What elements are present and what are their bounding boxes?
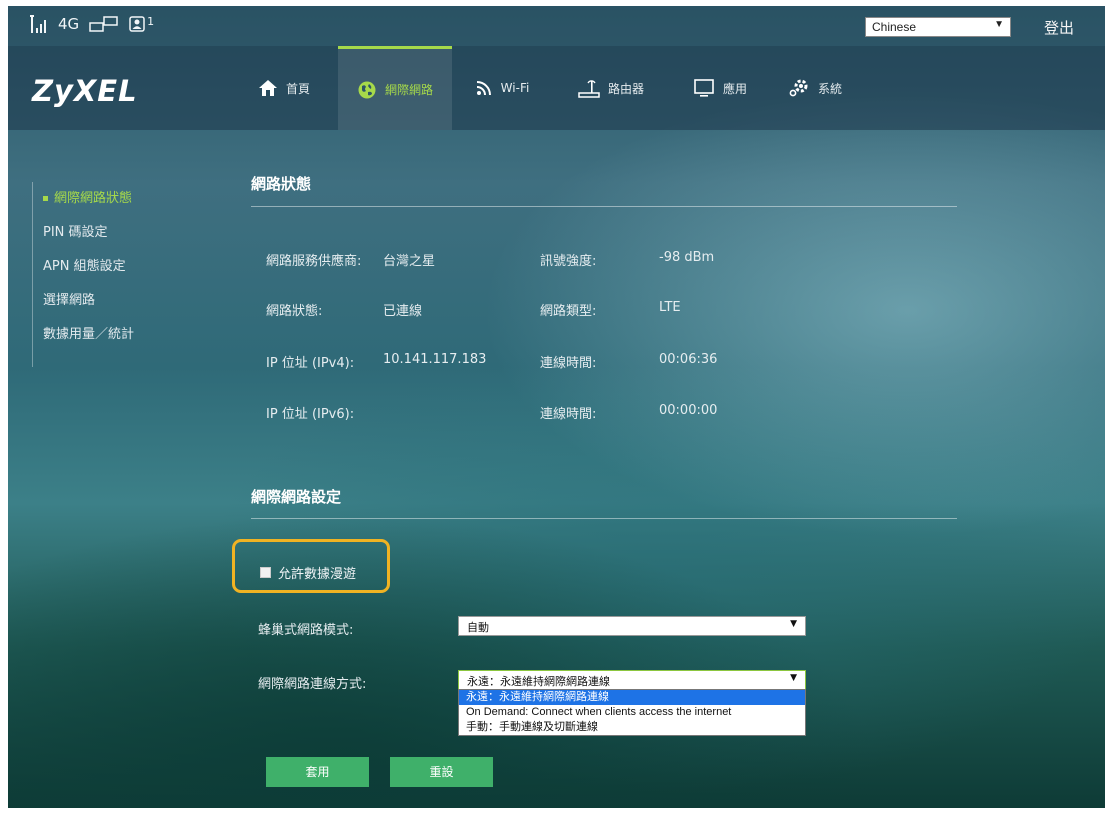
logout-link[interactable]: 登出 [1044,17,1074,38]
roaming-checkbox[interactable] [260,567,271,578]
sidebar-item-apn[interactable]: APN 組態設定 [43,250,134,284]
active-dot-icon [43,196,48,201]
apply-button[interactable]: 套用 [266,757,369,787]
nav-apps-label: 應用 [722,81,747,96]
monitor-icon [693,78,715,98]
sidebar-item-pin[interactable]: PIN 碼設定 [43,216,134,250]
sidebar: 網際網路狀態 PIN 碼設定 APN 組態設定 選擇網路 數據用量／統計 [32,182,134,367]
internet-settings-title: 網際網路設定 [251,488,342,506]
nav-internet-label: 網際網路 [384,83,433,97]
divider [251,206,957,207]
chevron-down-icon: ▼ [790,619,797,629]
sidebar-item-data-usage[interactable]: 數據用量／統計 [43,318,134,352]
nav-internet[interactable]: 網際網路 [338,46,452,130]
nav-wifi-label: Wi-Fi [500,81,530,95]
nav-home-label: 首頁 [285,81,310,96]
ipv4-label: IP 位址 (IPv4): [266,356,355,371]
cellular-mode-label: 蜂巢式網路模式: [258,623,354,638]
dropdown-option-always[interactable]: 永遠：永遠維持網際網路連線 [459,690,805,705]
ethernet-icon [89,16,119,32]
reset-button[interactable]: 重設 [390,757,493,787]
gear-icon [788,78,810,98]
network-type-value: LTE [659,300,681,315]
nav-router[interactable]: 路由器 [552,46,670,130]
dropdown-option-manual[interactable]: 手動：手動連線及切斷連線 [459,720,805,735]
network-status-label: 網路狀態: [266,304,323,319]
nav-wifi[interactable]: Wi-Fi [452,46,552,130]
sidebar-item-label: PIN 碼設定 [43,225,108,240]
sidebar-item-network-select[interactable]: 選擇網路 [43,284,134,318]
user-icon [129,16,145,32]
language-value: Chinese [872,20,917,34]
connection-mode-dropdown: 永遠：永遠維持網際網路連線 On Demand: Connect when cl… [458,689,806,736]
header: ZyXEL 首頁 網際網路 Wi-Fi 路由器 應用 系統 [8,46,1105,130]
app-frame: 4G 1 Chinese ▼ 登出 ZyXEL 首頁 網際網路 Wi-Fi 路由… [8,6,1105,808]
sidebar-item-label: APN 組態設定 [43,259,126,274]
status-bar: 4G 1 Chinese ▼ 登出 [8,6,1105,46]
connection-time-value: 00:06:36 [659,352,718,367]
divider [251,518,957,519]
connection-mode-select[interactable]: 永遠：永遠維持網際網路連線 ▼ [458,670,806,690]
signal-strength-label: 訊號強度: [540,254,597,269]
nav-home[interactable]: 首頁 [230,46,338,130]
main-nav: 首頁 網際網路 Wi-Fi 路由器 應用 系統 [230,46,860,130]
signal-strength-value: -98 dBm [659,250,715,265]
network-status-title: 網路狀態 [251,175,312,193]
ipv6-label: IP 位址 (IPv6): [266,407,355,422]
connection-time-v6-label: 連線時間: [540,407,597,422]
logo: ZyXEL [32,74,138,108]
status-icons: 4G 1 [30,15,154,33]
network-status-value: 已連線 [383,304,423,319]
nav-router-label: 路由器 [607,81,644,96]
home-icon [258,79,278,97]
sidebar-item-label: 選擇網路 [43,293,96,308]
nav-system-label: 系統 [817,81,842,96]
cellular-mode-value: 自動 [467,621,489,634]
dropdown-option-on-demand[interactable]: On Demand: Connect when clients access t… [459,705,805,720]
signal-icon [30,15,48,33]
sidebar-item-label: 數據用量／統計 [43,327,135,342]
ipv4-value: 10.141.117.183 [383,352,487,367]
chevron-down-icon: ▼ [994,19,1004,30]
sidebar-item-internet-status[interactable]: 網際網路狀態 [43,182,134,216]
nav-apps[interactable]: 應用 [670,46,770,130]
wifi-icon [475,79,493,97]
router-icon [578,78,600,98]
cellular-mode-select[interactable]: 自動 ▼ [458,616,806,636]
connection-time-v6-value: 00:00:00 [659,403,718,418]
connection-mode-value: 永遠：永遠維持網際網路連線 [467,675,610,688]
network-type: 4G [58,15,80,33]
provider-label: 網路服務供應商: [266,254,362,269]
provider-value: 台灣之星 [383,254,436,269]
language-select[interactable]: Chinese ▼ [865,17,1011,37]
chevron-down-icon: ▼ [790,673,797,683]
network-type-label: 網路類型: [540,304,597,319]
roaming-label: 允許數據漫遊 [278,567,357,582]
sidebar-item-label: 網際網路狀態 [54,191,133,206]
connection-mode-label: 網際網路連線方式: [258,677,367,692]
globe-icon [357,80,377,100]
user-count: 1 [147,14,155,28]
nav-system[interactable]: 系統 [770,46,860,130]
connection-time-label: 連線時間: [540,356,597,371]
